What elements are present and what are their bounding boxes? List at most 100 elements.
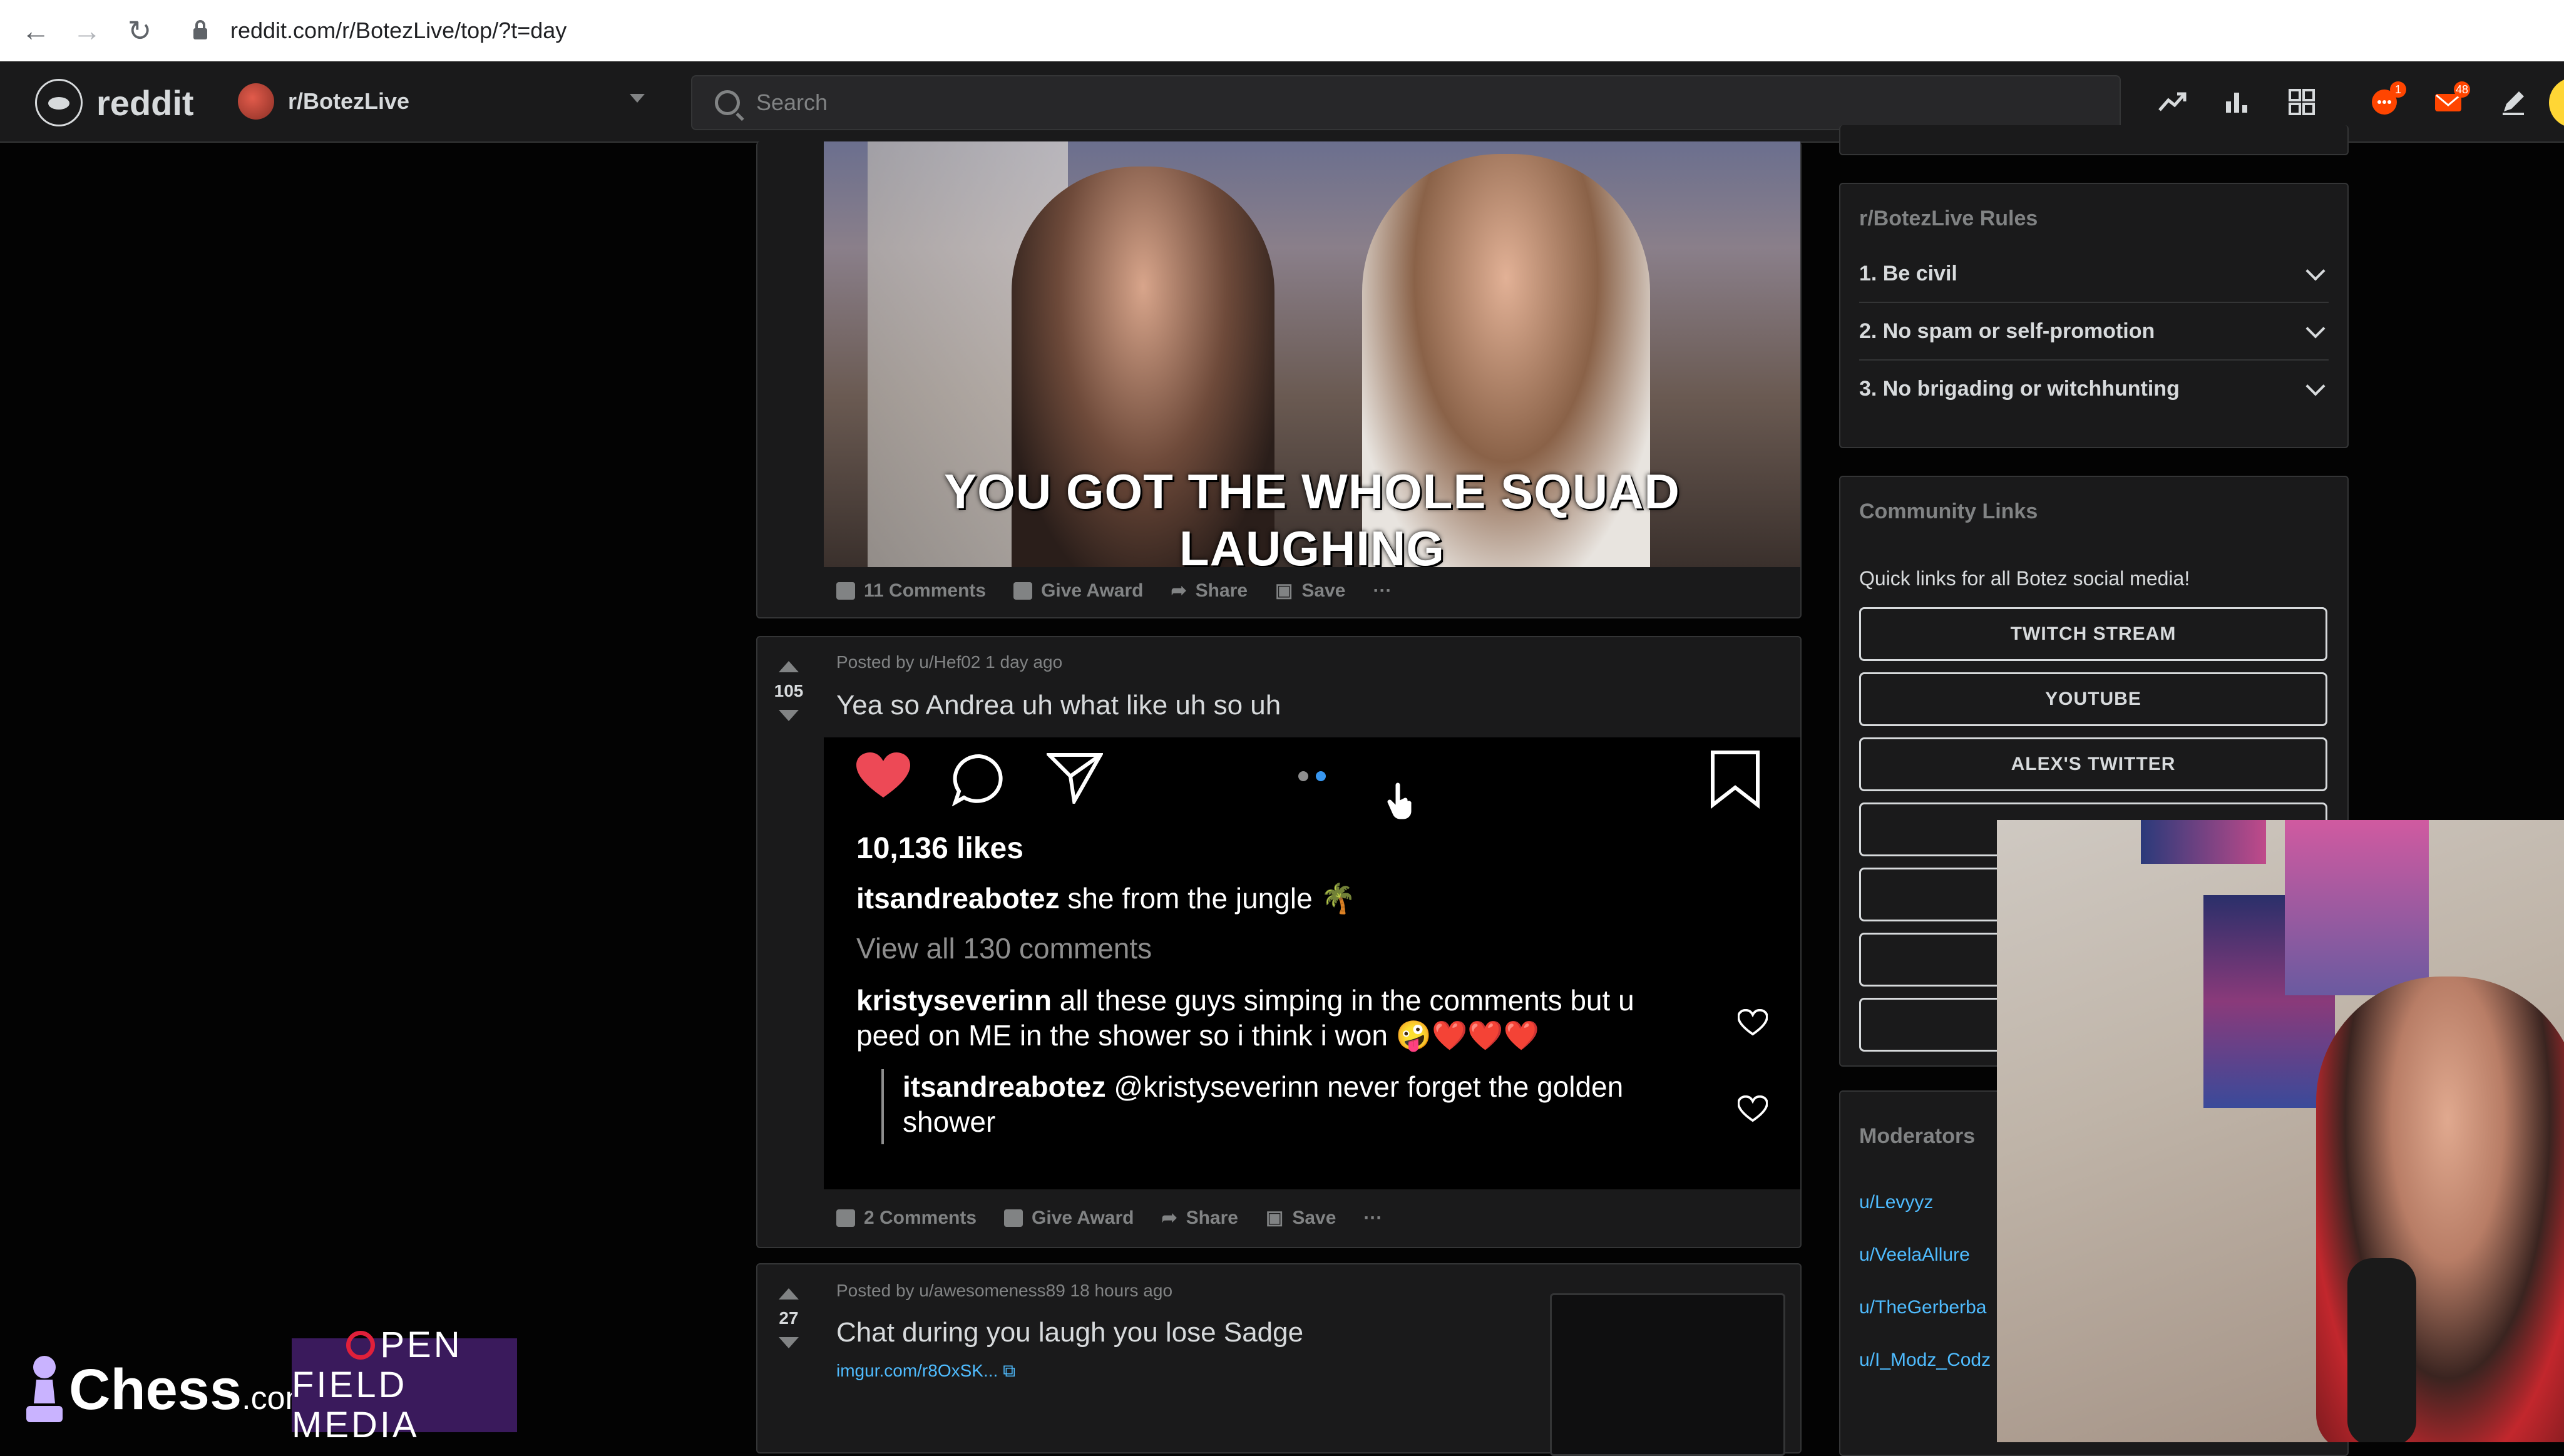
user-avatar[interactable]	[2549, 78, 2564, 128]
chevron-down-icon	[2305, 376, 2326, 396]
chevron-down-icon	[2305, 319, 2326, 339]
carousel-dot	[1298, 771, 1308, 781]
search-input[interactable]	[755, 89, 2009, 116]
moderator-link[interactable]: u/I_Modz_Codz	[1859, 1350, 1991, 1371]
search-icon	[715, 90, 740, 115]
reply-thread-line	[881, 1069, 884, 1144]
reddit-wordmark: reddit	[96, 83, 194, 123]
comment-bubble-icon	[951, 754, 1003, 806]
partner-line2: FIELD MEDIA	[292, 1365, 419, 1445]
give-award-button[interactable]: Give Award	[1004, 1207, 1134, 1229]
gift-icon	[1013, 582, 1033, 600]
send-icon	[1047, 753, 1103, 804]
moderator-link[interactable]: u/TheGerberba	[1859, 1297, 1986, 1318]
vote-column: 105	[757, 637, 820, 721]
chevron-down-icon	[630, 94, 645, 103]
upvote-icon[interactable]	[779, 661, 799, 672]
twitch-stream-button[interactable]: TWITCH STREAM	[1859, 607, 2327, 661]
post-image[interactable]: YOU GOT THE WHOLE SQUAD LAUGHING	[824, 141, 1800, 567]
reload-icon[interactable]: ↻	[123, 14, 156, 48]
chat-icon[interactable]: 1	[2369, 81, 2406, 118]
chevron-down-icon	[2305, 261, 2326, 281]
create-post-icon[interactable]	[2498, 86, 2529, 118]
address-bar[interactable]: reddit.com/r/BotezLive/top/?t=day	[230, 11, 567, 50]
post-card[interactable]: 27 Posted by u/awesomeness89 18 hours ag…	[756, 1263, 1802, 1456]
ig-comment: kristyseverinn all these guys simping in…	[856, 983, 1695, 1053]
mail-icon[interactable]: 48	[2433, 81, 2470, 118]
community-switcher[interactable]: r/BotezLive	[238, 83, 645, 120]
reddit-logo[interactable]: reddit	[35, 79, 194, 126]
community-avatar	[238, 83, 274, 120]
rule-item[interactable]: 1. Be civil	[1859, 245, 2329, 303]
upvote-icon[interactable]	[779, 1288, 799, 1300]
post-meta: Posted by u/Hef02 1 day ago	[836, 652, 1063, 672]
post-actions: 11 Comments Give Award ➦ Share ▣ Save ···	[836, 580, 1392, 602]
share-button[interactable]: ➦ Share	[1161, 1207, 1238, 1229]
award-label: Give Award	[1032, 1207, 1134, 1228]
post-title[interactable]: Yea so Andrea uh what like uh so uh	[836, 690, 1281, 721]
ig-caption: itsandreabotez she from the jungle 🌴	[856, 881, 1356, 916]
post-thumbnail[interactable]	[1550, 1293, 1785, 1456]
rule-item[interactable]: 3. No brigading or witchhunting	[1859, 361, 2329, 417]
community-name: r/BotezLive	[288, 88, 410, 114]
view-all-comments: View all 130 comments	[856, 932, 1152, 965]
youtube-button[interactable]: YOUTUBE	[1859, 672, 2327, 726]
rule-item[interactable]: 2. No spam or self-promotion	[1859, 303, 2329, 361]
rpan-icon[interactable]	[2286, 86, 2317, 118]
share-icon: ➦	[1161, 1207, 1177, 1228]
downvote-icon[interactable]	[779, 710, 799, 721]
chess-com-logo: Chess .com	[23, 1352, 312, 1427]
stats-icon[interactable]	[2221, 86, 2252, 118]
save-label: Save	[1301, 580, 1346, 601]
more-options-button[interactable]: ···	[1363, 1207, 1382, 1229]
forward-icon[interactable]: →	[70, 14, 104, 48]
browser-toolbar: ← → ↻ reddit.com/r/BotezLive/top/?t=day	[0, 0, 2564, 63]
partner-line1: PEN	[380, 1325, 463, 1365]
comments-button[interactable]: 11 Comments	[836, 580, 986, 602]
award-label: Give Award	[1041, 580, 1144, 601]
more-options-button[interactable]: ···	[1373, 580, 1392, 602]
give-award-button[interactable]: Give Award	[1013, 580, 1143, 602]
rules-title: r/BotezLive Rules	[1859, 207, 2038, 230]
poster-top	[2141, 820, 2266, 864]
post-card[interactable]: YOU GOT THE WHOLE SQUAD LAUGHING 11 Comm…	[756, 141, 1802, 618]
post-card[interactable]: 105 Posted by u/Hef02 1 day ago Yea so A…	[756, 636, 1802, 1248]
caption-username: itsandreabotez	[856, 882, 1060, 915]
bookmark-icon: ▣	[1275, 580, 1293, 601]
poster-right	[2285, 820, 2429, 995]
save-button[interactable]: ▣ Save	[1266, 1207, 1336, 1229]
moderators-title: Moderators	[1859, 1124, 1976, 1148]
pawn-icon	[26, 1356, 63, 1422]
post-link[interactable]: imgur.com/r8OxSK... ⧉	[836, 1361, 1015, 1382]
external-link-icon: ⧉	[1003, 1361, 1016, 1380]
post-title[interactable]: Chat during you laugh you lose Sadge	[836, 1317, 1303, 1348]
moderator-link[interactable]: u/Levyyz	[1859, 1192, 1933, 1213]
microphone	[2347, 1258, 2416, 1442]
post-actions: 2 Comments Give Award ➦ Share ▣ Save ···	[836, 1207, 1382, 1229]
like-outline-icon	[1738, 1009, 1768, 1036]
share-label: Share	[1195, 580, 1248, 601]
mail-badge: 48	[2454, 81, 2470, 98]
downvote-icon[interactable]	[779, 1337, 799, 1348]
reply-username: itsandreabotez	[903, 1070, 1106, 1103]
comments-label: 11 Comments	[864, 580, 987, 601]
bookmark-icon	[1711, 751, 1760, 809]
mouse-cursor-icon	[1386, 782, 1413, 821]
share-label: Share	[1186, 1207, 1238, 1228]
save-button[interactable]: ▣ Save	[1275, 580, 1345, 602]
links-description: Quick links for all Botez social media!	[1859, 567, 2190, 590]
rule-label: 2. No spam or self-promotion	[1859, 319, 2155, 343]
comments-button[interactable]: 2 Comments	[836, 1207, 977, 1229]
carousel-dot-active	[1316, 771, 1326, 781]
share-button[interactable]: ➦ Share	[1171, 580, 1248, 602]
trending-icon[interactable]	[2157, 86, 2188, 118]
link-text: imgur.com/r8OxSK...	[836, 1361, 998, 1380]
search-bar[interactable]	[691, 75, 2121, 130]
alexs-twitter-button[interactable]: ALEX'S TWITTER	[1859, 737, 2327, 791]
comments-label: 2 Comments	[864, 1207, 977, 1228]
gift-icon	[1004, 1209, 1023, 1227]
moderator-link[interactable]: u/VeelaAllure	[1859, 1244, 1970, 1266]
instagram-embed[interactable]: 10,136 likes itsandreabotez she from the…	[824, 737, 1800, 1189]
back-icon[interactable]: ←	[19, 14, 53, 48]
vote-column: 27	[757, 1264, 820, 1348]
